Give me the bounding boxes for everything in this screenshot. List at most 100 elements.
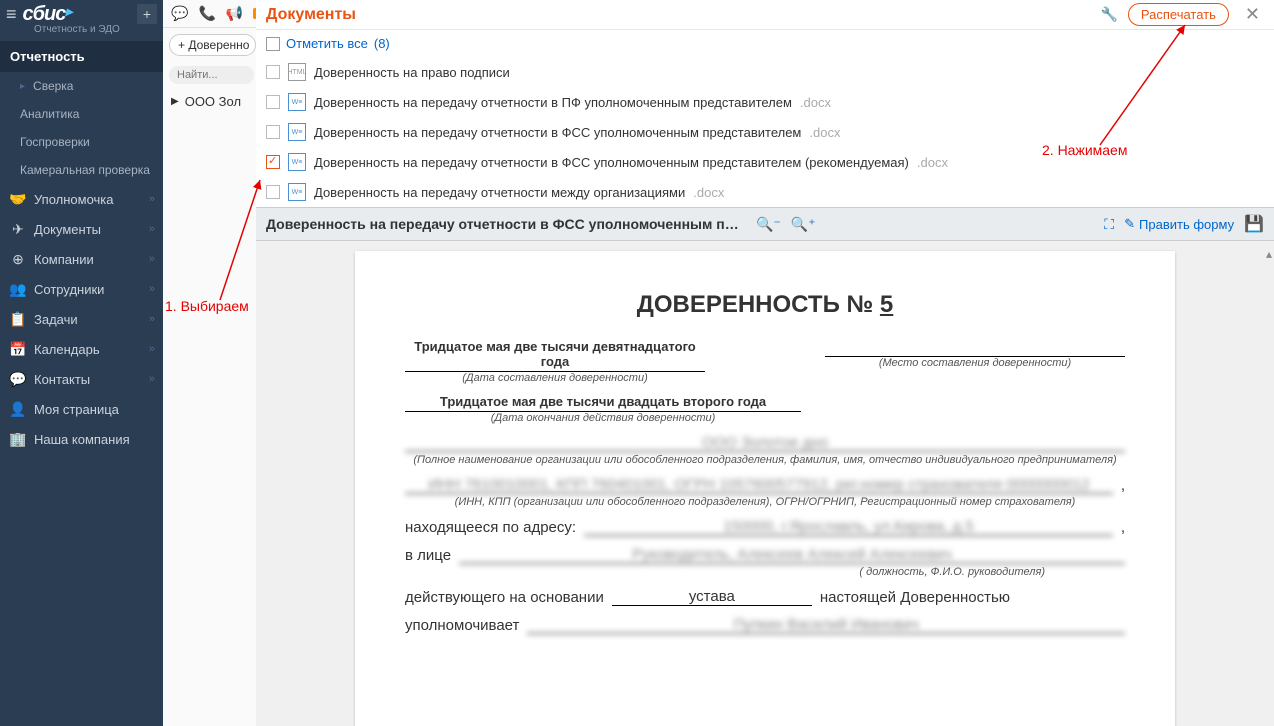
globe-icon: ⊕: [10, 251, 26, 267]
expand-icon[interactable]: ⛶: [1104, 216, 1114, 233]
zoom-in-icon[interactable]: 🔍⁺: [791, 216, 816, 233]
date-caption: (Дата составления доверенности): [405, 372, 705, 384]
preview-toolbar: Доверенность на передачу отчетности в ФС…: [256, 207, 1274, 241]
basis-suffix: настоящей Доверенностью: [820, 589, 1010, 606]
bell-icon[interactable]: 📢: [226, 5, 243, 22]
authorize-label: уполномочивает: [405, 617, 519, 634]
search-input[interactable]: [169, 66, 254, 84]
word-icon: W≡: [288, 153, 306, 171]
authorize-blurred: Пупкин Василий Иванович: [527, 616, 1125, 634]
select-all-checkbox[interactable]: [266, 37, 280, 51]
logo: сбис▸: [23, 3, 72, 26]
edit-form-link[interactable]: ✎Править форму: [1124, 216, 1234, 232]
building-icon: 🏢: [10, 431, 26, 447]
people-icon: 👥: [10, 281, 26, 297]
person-caption: ( должность, Ф.И.О. руководителя): [405, 566, 1125, 578]
end-date-caption: (Дата окончания действия доверенности): [405, 412, 801, 424]
checkbox[interactable]: [266, 95, 280, 109]
org-caption: (Полное наименование организации или обо…: [405, 454, 1125, 466]
doc-row[interactable]: W≡Доверенность на передачу отчетности в …: [256, 117, 1274, 147]
checkbox-checked[interactable]: [266, 155, 280, 169]
wrench-icon[interactable]: 🔧: [1100, 6, 1117, 23]
handshake-icon: 🤝: [10, 191, 26, 207]
save-icon[interactable]: 💾: [1244, 214, 1264, 234]
preview-title: Доверенность на передачу отчетности в ФС…: [266, 216, 746, 232]
html-icon: HTML: [288, 63, 306, 81]
logo-subtitle: Отчетность и ЭДО: [0, 24, 163, 35]
hamburger-icon[interactable]: ≡: [6, 4, 17, 25]
org-column: 💬 📞 📢 1 + Доверенно ▶ООО Зол: [163, 0, 263, 726]
word-icon: W≡: [288, 183, 306, 201]
chat-icon: 💬: [10, 371, 26, 387]
doc-row-selected[interactable]: W≡Доверенность на передачу отчетности в …: [256, 147, 1274, 177]
org-name-blurred: ООО Золотое дно: [405, 434, 1125, 452]
chat-icon[interactable]: 💬: [171, 5, 188, 22]
basis-value: устава: [612, 588, 812, 606]
sidebar-item-companies[interactable]: ⊕Компании»: [0, 244, 163, 274]
chevron-icon: »: [149, 373, 155, 385]
end-date-value: Тридцатое мая две тысячи двадцать второг…: [405, 394, 801, 412]
sidebar-item-sverka[interactable]: ▸Сверка: [0, 72, 163, 100]
address-blurred: 150000, г.Ярославль, ул.Кирова, д.5: [584, 518, 1113, 536]
person-label: в лице: [405, 547, 451, 564]
place-caption: (Место составления доверенности): [825, 357, 1125, 369]
document-preview[interactable]: ▴ ДОВЕРЕННОСТЬ № 5 Тридцатое мая две тыс…: [256, 241, 1274, 726]
pencil-icon: ✎: [1124, 216, 1135, 232]
sidebar-item-analytics[interactable]: Аналитика: [0, 100, 163, 128]
doc-row[interactable]: HTMLДоверенность на право подписи: [256, 57, 1274, 87]
main-panel: Документы 🔧 Распечатать ✕ Отметить все (…: [256, 0, 1274, 726]
zoom-out-icon[interactable]: 🔍⁻: [756, 216, 781, 233]
clipboard-icon: 📋: [10, 311, 26, 327]
sidebar-item-mypage[interactable]: 👤Моя страница: [0, 394, 163, 424]
basis-label: действующего на основании: [405, 589, 604, 606]
word-icon: W≡: [288, 123, 306, 141]
inn-caption: (ИНН, КПП (организации или обособленного…: [405, 496, 1125, 508]
checkbox[interactable]: [266, 125, 280, 139]
chevron-icon: »: [149, 343, 155, 355]
sidebar-item-employees[interactable]: 👥Сотрудники»: [0, 274, 163, 304]
inn-blurred: ИНН 7610010001, КПП 760401001, ОГРН 1057…: [405, 476, 1113, 494]
chevron-icon: »: [149, 253, 155, 265]
sidebar-item-upolnomochka[interactable]: 🤝Уполномочка»: [0, 184, 163, 214]
doc-row[interactable]: W≡Доверенность на передачу отчетности ме…: [256, 177, 1274, 207]
main-header: Документы 🔧 Распечатать ✕: [256, 0, 1274, 30]
sidebar-item-calendar[interactable]: 📅Календарь»: [0, 334, 163, 364]
add-doverennost-button[interactable]: + Доверенно: [169, 34, 256, 56]
avatar-icon: 👤: [10, 401, 26, 417]
sidebar-section-reporting[interactable]: Отчетность: [0, 41, 163, 72]
checkbox[interactable]: [266, 65, 280, 79]
chevron-icon: »: [149, 283, 155, 295]
select-all-label: Отметить все: [286, 36, 368, 51]
checkbox[interactable]: [266, 185, 280, 199]
arrow-icon: ▶: [171, 96, 179, 107]
document-list: HTMLДоверенность на право подписи W≡Дове…: [256, 57, 1274, 207]
close-icon[interactable]: ✕: [1241, 4, 1264, 25]
address-label: находящееся по адресу:: [405, 519, 576, 536]
chevron-icon: »: [149, 193, 155, 205]
send-icon: ✈: [10, 221, 26, 237]
calendar-icon: 📅: [10, 341, 26, 357]
word-icon: W≡: [288, 93, 306, 111]
sidebar-item-kameral[interactable]: Камеральная проверка: [0, 156, 163, 184]
chevron-icon: »: [149, 313, 155, 325]
document-page: ДОВЕРЕННОСТЬ № 5 Тридцатое мая две тысяч…: [355, 251, 1175, 726]
doc-heading: ДОВЕРЕННОСТЬ № 5: [405, 291, 1125, 319]
doc-row[interactable]: W≡Доверенность на передачу отчетности в …: [256, 87, 1274, 117]
sidebar-item-ourcompany[interactable]: 🏢Наша компания: [0, 424, 163, 454]
scroll-up-icon[interactable]: ▴: [1266, 247, 1272, 261]
chevron-icon: »: [149, 223, 155, 235]
print-button[interactable]: Распечатать: [1128, 3, 1229, 26]
place-value: [825, 339, 1125, 357]
sidebar-item-contacts[interactable]: 💬Контакты»: [0, 364, 163, 394]
sidebar-item-documents[interactable]: ✈Документы»: [0, 214, 163, 244]
add-button[interactable]: +: [137, 4, 157, 24]
phone-icon[interactable]: 📞: [198, 5, 215, 22]
person-blurred: Руководитель, Алексеев Алексей Алексееви…: [459, 546, 1125, 564]
sidebar-item-tasks[interactable]: 📋Задачи»: [0, 304, 163, 334]
page-title: Документы: [266, 6, 356, 24]
sidebar-item-gosproverki[interactable]: Госпроверки: [0, 128, 163, 156]
org-row[interactable]: ▶ООО Зол: [163, 88, 262, 115]
select-all-row[interactable]: Отметить все (8): [256, 30, 1274, 57]
date-value: Тридцатое мая две тысячи девятнадцатого …: [405, 339, 705, 372]
sidebar: ≡ сбис▸ + Отчетность и ЭДО Отчетность ▸С…: [0, 0, 163, 726]
